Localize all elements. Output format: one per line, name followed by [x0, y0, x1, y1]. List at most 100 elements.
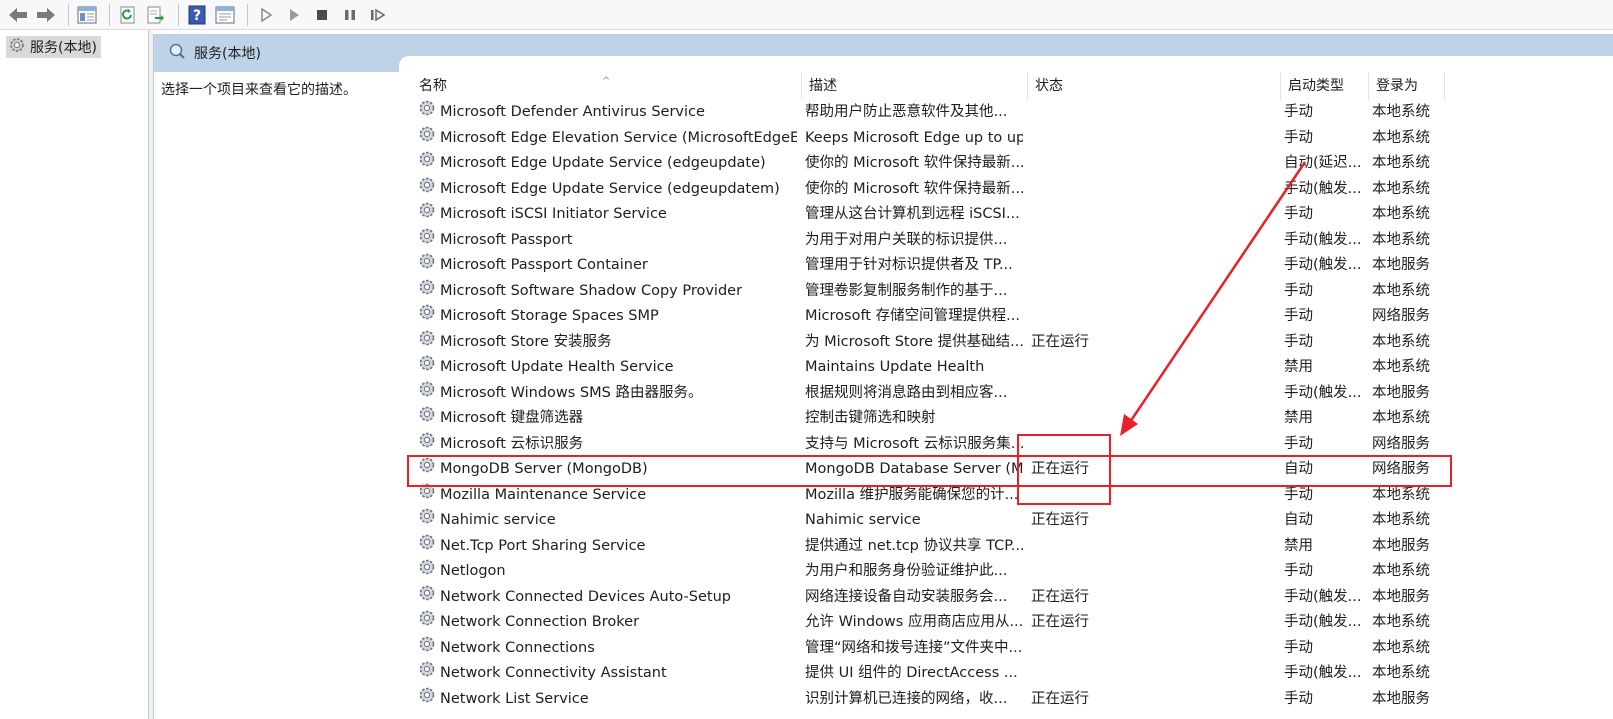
start-icon[interactable]: [254, 3, 278, 27]
service-logon-as: 本地系统: [1372, 180, 1430, 197]
toolbar: ?: [0, 0, 1613, 30]
service-gear-icon: [417, 534, 437, 559]
service-name-cell: Microsoft Edge Elevation Service (Micros…: [417, 126, 797, 151]
table-row[interactable]: Microsoft Update Health Service Maintains…: [412, 355, 1452, 381]
table-row[interactable]: Microsoft Storage Spaces SMP Microsoft 存储…: [412, 304, 1452, 330]
service-gear-icon: [417, 202, 437, 227]
tree-item-label: 服务(本地): [30, 40, 97, 56]
help-icon[interactable]: ?: [185, 3, 209, 27]
table-row[interactable]: Nahimic service Nahimic service 正在运行 自动 本地系统: [412, 508, 1452, 534]
service-description: 根据规则将消息路由到相应客...: [805, 384, 1008, 401]
service-status: [1031, 279, 1131, 304]
service-logon-as: 本地服务: [1372, 690, 1430, 707]
tree-item-services-local[interactable]: 服务(本地): [6, 36, 101, 58]
table-row[interactable]: Microsoft Store 安装服务 为 Microsoft Store 提供…: [412, 330, 1452, 356]
service-name-cell: Microsoft Storage Spaces SMP: [417, 304, 797, 329]
column-header-description[interactable]: 描述: [802, 72, 1028, 100]
column-status-label: 状态: [1035, 78, 1063, 94]
sort-ascending-icon: ^: [602, 76, 611, 87]
column-header-status[interactable]: 状态: [1028, 72, 1281, 100]
service-name: Microsoft Edge Elevation Service (Micros…: [440, 129, 797, 146]
toolbar-separator: [178, 3, 179, 26]
service-logon-as: 本地系统: [1372, 104, 1430, 120]
service-name: Microsoft Storage Spaces SMP: [440, 308, 659, 324]
service-logon-as: 本地系统: [1372, 155, 1430, 171]
table-row[interactable]: Net.Tcp Port Sharing Service 提供通过 net.tcp…: [412, 534, 1452, 560]
service-status: [1031, 636, 1131, 661]
service-logon-as: 本地系统: [1372, 665, 1430, 681]
service-name: Network Connected Devices Auto-Setup: [440, 588, 731, 605]
table-row[interactable]: Microsoft Passport 为用于对用户关联的标识提供... 手动(触发.…: [412, 228, 1452, 254]
resume-icon[interactable]: [366, 3, 390, 27]
service-name: Microsoft iSCSI Initiator Service: [440, 206, 667, 222]
column-header-name[interactable]: 名称 ^: [412, 72, 802, 100]
service-name-cell: Network Connectivity Assistant: [417, 661, 797, 686]
column-name-label: 名称: [419, 78, 447, 94]
table-row[interactable]: Network Connections 管理“网络和拨号连接”文件夹中... 手动 本…: [412, 636, 1452, 662]
service-name: Microsoft Windows SMS 路由器服务。: [440, 384, 703, 401]
service-name-cell: Network Connected Devices Auto-Setup: [417, 585, 797, 610]
service-startup-type: 手动: [1284, 129, 1313, 146]
service-name: Microsoft Edge Update Service (edgeupdat…: [440, 180, 780, 197]
table-row[interactable]: Microsoft Passport Container 管理用于针对标识提供者及…: [412, 253, 1452, 279]
service-name-cell: Microsoft Edge Update Service (edgeupdat…: [417, 177, 797, 202]
service-gear-icon: [417, 304, 437, 329]
service-logon-as: 网络服务: [1372, 308, 1430, 324]
service-status: [1031, 661, 1131, 686]
service-name-cell: Microsoft Passport Container: [417, 253, 797, 278]
stop-icon[interactable]: [310, 3, 334, 27]
service-gear-icon: [417, 508, 437, 533]
service-description: 为用户和服务身份验证维护此...: [805, 563, 1008, 579]
service-description: 为 Microsoft Store 提供基础结...: [805, 333, 1023, 350]
service-startup-type: 手动(触发...: [1284, 180, 1362, 197]
column-description-label: 描述: [809, 78, 837, 94]
service-description: 支持与 Microsoft 云标识服务集...: [805, 435, 1023, 452]
table-row[interactable]: Microsoft Edge Update Service (edgeupdat…: [412, 151, 1452, 177]
service-description: 识别计算机已连接的网络，收...: [805, 690, 1008, 707]
service-description: 管理用于针对标识提供者及 TP...: [805, 257, 1013, 273]
table-row[interactable]: Microsoft Defender Antivirus Service 帮助用户…: [412, 100, 1452, 126]
service-gear-icon: [417, 636, 437, 661]
table-row[interactable]: Microsoft Edge Update Service (edgeupdat…: [412, 177, 1452, 203]
service-logon-as: 网络服务: [1372, 435, 1430, 452]
service-name: Network Connections: [440, 639, 595, 656]
table-row[interactable]: Network Connected Devices Auto-Setup 网络连接…: [412, 585, 1452, 611]
service-description: 帮助用户防止恶意软件及其他...: [805, 104, 1008, 120]
table-row[interactable]: Netlogon 为用户和服务身份验证维护此... 手动 本地系统: [412, 559, 1452, 585]
table-row[interactable]: Network List Service 识别计算机已连接的网络，收... 正在运行…: [412, 687, 1452, 713]
service-gear-icon: [417, 687, 437, 712]
table-row[interactable]: Microsoft Windows SMS 路由器服务。 根据规则将消息路由到相应…: [412, 381, 1452, 407]
service-status: [1031, 381, 1131, 406]
table-row[interactable]: Network Connectivity Assistant 提供 UI 组件的 …: [412, 661, 1452, 687]
service-name: Microsoft Passport: [440, 231, 573, 248]
column-header-logon-as[interactable]: 登录为: [1369, 72, 1445, 100]
show-hide-tree-icon[interactable]: [75, 3, 99, 27]
table-row[interactable]: Microsoft Edge Elevation Service (Micros…: [412, 126, 1452, 152]
column-header-startup-type[interactable]: 启动类型: [1281, 72, 1369, 100]
export-list-icon[interactable]: [144, 3, 168, 27]
forward-icon[interactable]: [34, 3, 58, 27]
pause-icon[interactable]: [338, 3, 362, 27]
service-startup-type: 手动: [1284, 104, 1313, 120]
table-row[interactable]: Network Connection Broker 允许 Windows 应用商店…: [412, 610, 1452, 636]
service-status: [1031, 151, 1131, 176]
table-row[interactable]: Microsoft Software Shadow Copy Provider 管…: [412, 279, 1452, 305]
service-gear-icon: [417, 661, 437, 686]
panel-header-curve: [399, 56, 1613, 72]
service-name: Nahimic service: [440, 512, 556, 528]
table-row[interactable]: Microsoft 云标识服务 支持与 Microsoft 云标识服务集... 手动…: [412, 432, 1452, 458]
service-name: Microsoft 键盘筛选器: [440, 410, 584, 426]
table-row[interactable]: Microsoft iSCSI Initiator Service 管理从这台计算…: [412, 202, 1452, 228]
refresh-icon[interactable]: [116, 3, 140, 27]
service-startup-type: 手动: [1284, 690, 1313, 707]
service-gear-icon: [417, 610, 437, 635]
start-alt-icon[interactable]: [282, 3, 306, 27]
back-icon[interactable]: [6, 3, 30, 27]
service-description: Maintains Update Health: [805, 359, 985, 375]
properties-icon[interactable]: [213, 3, 237, 27]
service-name-cell: Microsoft Defender Antivirus Service: [417, 100, 797, 125]
service-startup-type: 手动(触发...: [1284, 614, 1362, 630]
table-row[interactable]: Microsoft 键盘筛选器 控制击键筛选和映射 禁用 本地系统: [412, 406, 1452, 432]
service-logon-as: 本地服务: [1372, 537, 1430, 554]
service-gear-icon: [417, 559, 437, 584]
